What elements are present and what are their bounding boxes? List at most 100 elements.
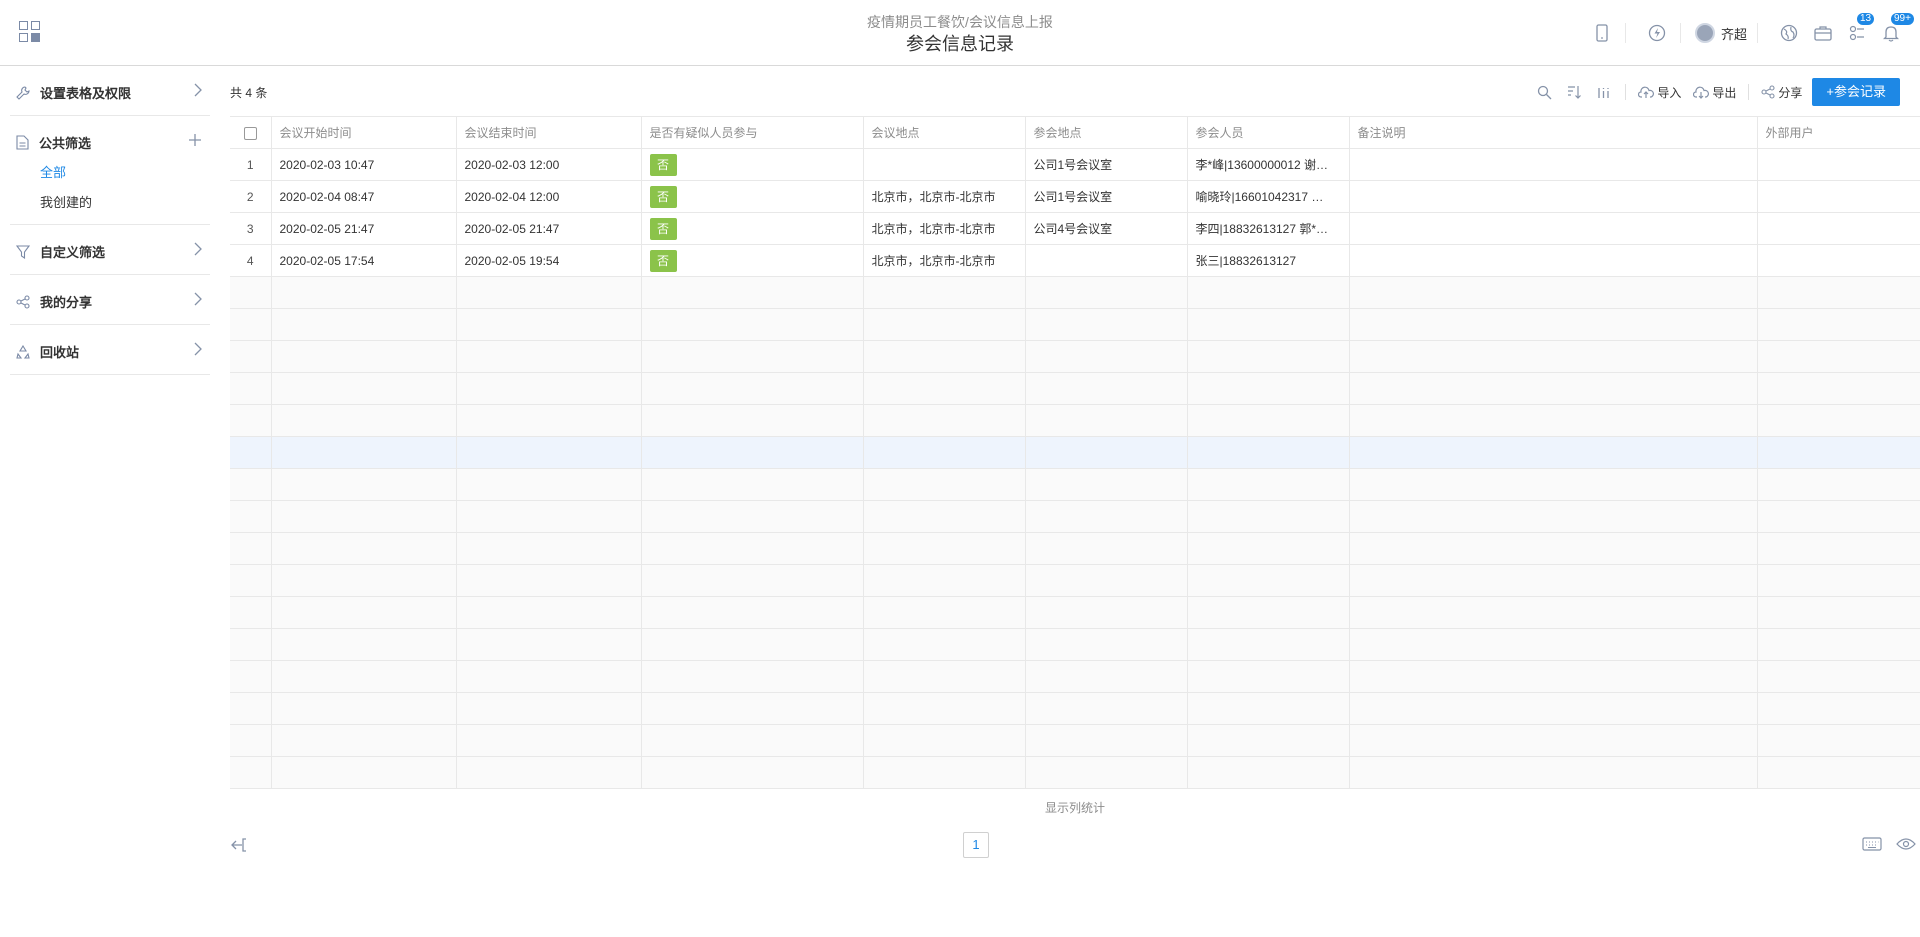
column-header[interactable]: 外部用户: [1757, 116, 1920, 149]
empty-cell[interactable]: [1025, 660, 1188, 693]
empty-cell[interactable]: [271, 372, 457, 405]
empty-row[interactable]: [230, 436, 1920, 469]
empty-cell[interactable]: [1757, 692, 1920, 725]
empty-cell[interactable]: [1757, 340, 1920, 373]
empty-cell[interactable]: [1025, 372, 1188, 405]
empty-row[interactable]: [230, 276, 1920, 309]
empty-cell[interactable]: [271, 660, 457, 693]
cell-end-time[interactable]: 2020-02-05 21:47: [456, 212, 642, 245]
empty-cell[interactable]: [1349, 532, 1758, 565]
cell-meeting-place[interactable]: 北京市，北京市-北京市: [863, 180, 1026, 213]
cell-suspect[interactable]: 否: [641, 180, 864, 213]
empty-cell[interactable]: [1025, 692, 1188, 725]
empty-cell[interactable]: [863, 468, 1026, 501]
plus-icon[interactable]: [188, 133, 202, 147]
empty-cell[interactable]: [456, 468, 642, 501]
cell-start-time[interactable]: 2020-02-05 17:54: [271, 244, 457, 277]
empty-cell[interactable]: [641, 628, 864, 661]
empty-row[interactable]: [230, 532, 1920, 565]
empty-cell[interactable]: [641, 756, 864, 789]
empty-cell[interactable]: [1187, 404, 1350, 437]
empty-cell[interactable]: [641, 276, 864, 309]
select-all-checkbox[interactable]: [243, 126, 257, 140]
table-row[interactable]: 4 2020-02-05 17:54 2020-02-05 19:54 否 北京…: [230, 244, 1920, 277]
empty-cell[interactable]: [1349, 628, 1758, 661]
cell-end-time[interactable]: 2020-02-04 12:00: [456, 180, 642, 213]
column-header[interactable]: 参会地点: [1025, 116, 1188, 149]
empty-cell[interactable]: [271, 532, 457, 565]
cell-note[interactable]: [1349, 244, 1758, 277]
empty-cell[interactable]: [456, 660, 642, 693]
quick-action-icon[interactable]: [1644, 20, 1670, 46]
sidebar-item-my-share[interactable]: 我的分享: [10, 275, 210, 325]
empty-cell[interactable]: [1757, 660, 1920, 693]
empty-cell[interactable]: [271, 596, 457, 629]
empty-cell[interactable]: [1757, 276, 1920, 309]
cell-external[interactable]: [1757, 148, 1920, 181]
empty-cell[interactable]: [1349, 660, 1758, 693]
empty-cell[interactable]: [1349, 468, 1758, 501]
empty-cell[interactable]: [863, 692, 1026, 725]
empty-cell[interactable]: [1187, 660, 1350, 693]
empty-cell[interactable]: [230, 692, 272, 725]
cell-start-time[interactable]: 2020-02-05 21:47: [271, 212, 457, 245]
empty-cell[interactable]: [456, 564, 642, 597]
empty-cell[interactable]: [1757, 500, 1920, 533]
column-header[interactable]: 备注说明: [1349, 116, 1758, 149]
toolbox-icon[interactable]: [1810, 20, 1836, 46]
empty-cell[interactable]: [271, 628, 457, 661]
empty-cell[interactable]: [1025, 404, 1188, 437]
empty-cell[interactable]: [230, 564, 272, 597]
empty-cell[interactable]: [456, 436, 642, 469]
empty-cell[interactable]: [456, 372, 642, 405]
empty-cell[interactable]: [641, 692, 864, 725]
cell-end-time[interactable]: 2020-02-03 12:00: [456, 148, 642, 181]
empty-cell[interactable]: [641, 404, 864, 437]
sidebar-item-public-filter[interactable]: 公共筛选: [10, 116, 210, 166]
empty-cell[interactable]: [863, 724, 1026, 757]
add-record-button[interactable]: +参会记录: [1812, 78, 1900, 106]
empty-cell[interactable]: [863, 436, 1026, 469]
empty-cell[interactable]: [641, 340, 864, 373]
empty-cell[interactable]: [641, 660, 864, 693]
empty-cell[interactable]: [1187, 500, 1350, 533]
empty-cell[interactable]: [1025, 468, 1188, 501]
empty-cell[interactable]: [863, 564, 1026, 597]
empty-row[interactable]: [230, 308, 1920, 341]
empty-cell[interactable]: [863, 660, 1026, 693]
cell-end-time[interactable]: 2020-02-05 19:54: [456, 244, 642, 277]
empty-row[interactable]: [230, 404, 1920, 437]
empty-cell[interactable]: [456, 756, 642, 789]
filter-mine[interactable]: 我创建的: [10, 188, 210, 218]
cell-suspect[interactable]: 否: [641, 148, 864, 181]
empty-cell[interactable]: [230, 660, 272, 693]
import-button[interactable]: 导入: [1638, 84, 1681, 101]
empty-cell[interactable]: [1349, 500, 1758, 533]
cell-suspect[interactable]: 否: [641, 212, 864, 245]
sidebar-item-recycle-bin[interactable]: 回收站: [10, 325, 210, 375]
cell-external[interactable]: [1757, 244, 1920, 277]
empty-cell[interactable]: [641, 564, 864, 597]
empty-cell[interactable]: [641, 596, 864, 629]
empty-cell[interactable]: [1349, 724, 1758, 757]
empty-cell[interactable]: [271, 308, 457, 341]
tasks-icon[interactable]: 13: [1844, 13, 1875, 46]
table-row[interactable]: 3 2020-02-05 21:47 2020-02-05 21:47 否 北京…: [230, 212, 1920, 245]
empty-cell[interactable]: [863, 756, 1026, 789]
empty-cell[interactable]: [271, 404, 457, 437]
empty-cell[interactable]: [230, 724, 272, 757]
empty-cell[interactable]: [230, 596, 272, 629]
empty-cell[interactable]: [641, 436, 864, 469]
empty-cell[interactable]: [863, 372, 1026, 405]
empty-cell[interactable]: [456, 404, 642, 437]
cell-external[interactable]: [1757, 180, 1920, 213]
empty-cell[interactable]: [456, 724, 642, 757]
empty-cell[interactable]: [1187, 276, 1350, 309]
empty-cell[interactable]: [1187, 372, 1350, 405]
cell-people[interactable]: 李*峰|13600000012 谢…: [1187, 148, 1350, 181]
column-header[interactable]: 是否有疑似人员参与: [641, 116, 864, 149]
empty-cell[interactable]: [863, 340, 1026, 373]
cell-people[interactable]: 李四|18832613127 郭*…: [1187, 212, 1350, 245]
empty-cell[interactable]: [271, 756, 457, 789]
search-button[interactable]: [1537, 85, 1555, 100]
